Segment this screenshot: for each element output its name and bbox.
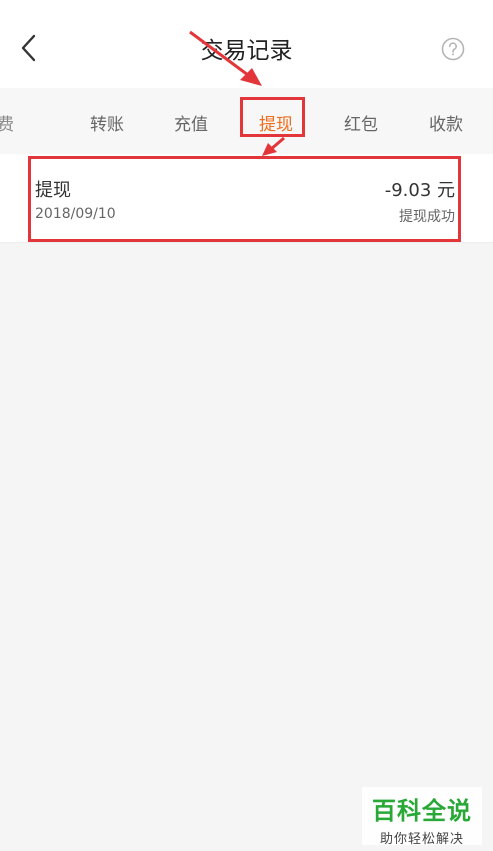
watermark-logo: 百科全说 助你轻松解决 [362,787,482,847]
watermark-main: 百科全说 [372,797,472,825]
arrow-to-tab [189,30,262,86]
arrow-to-record [262,136,285,156]
watermark-sub: 助你轻松解决 [379,832,464,847]
annotation-arrows [189,30,285,156]
